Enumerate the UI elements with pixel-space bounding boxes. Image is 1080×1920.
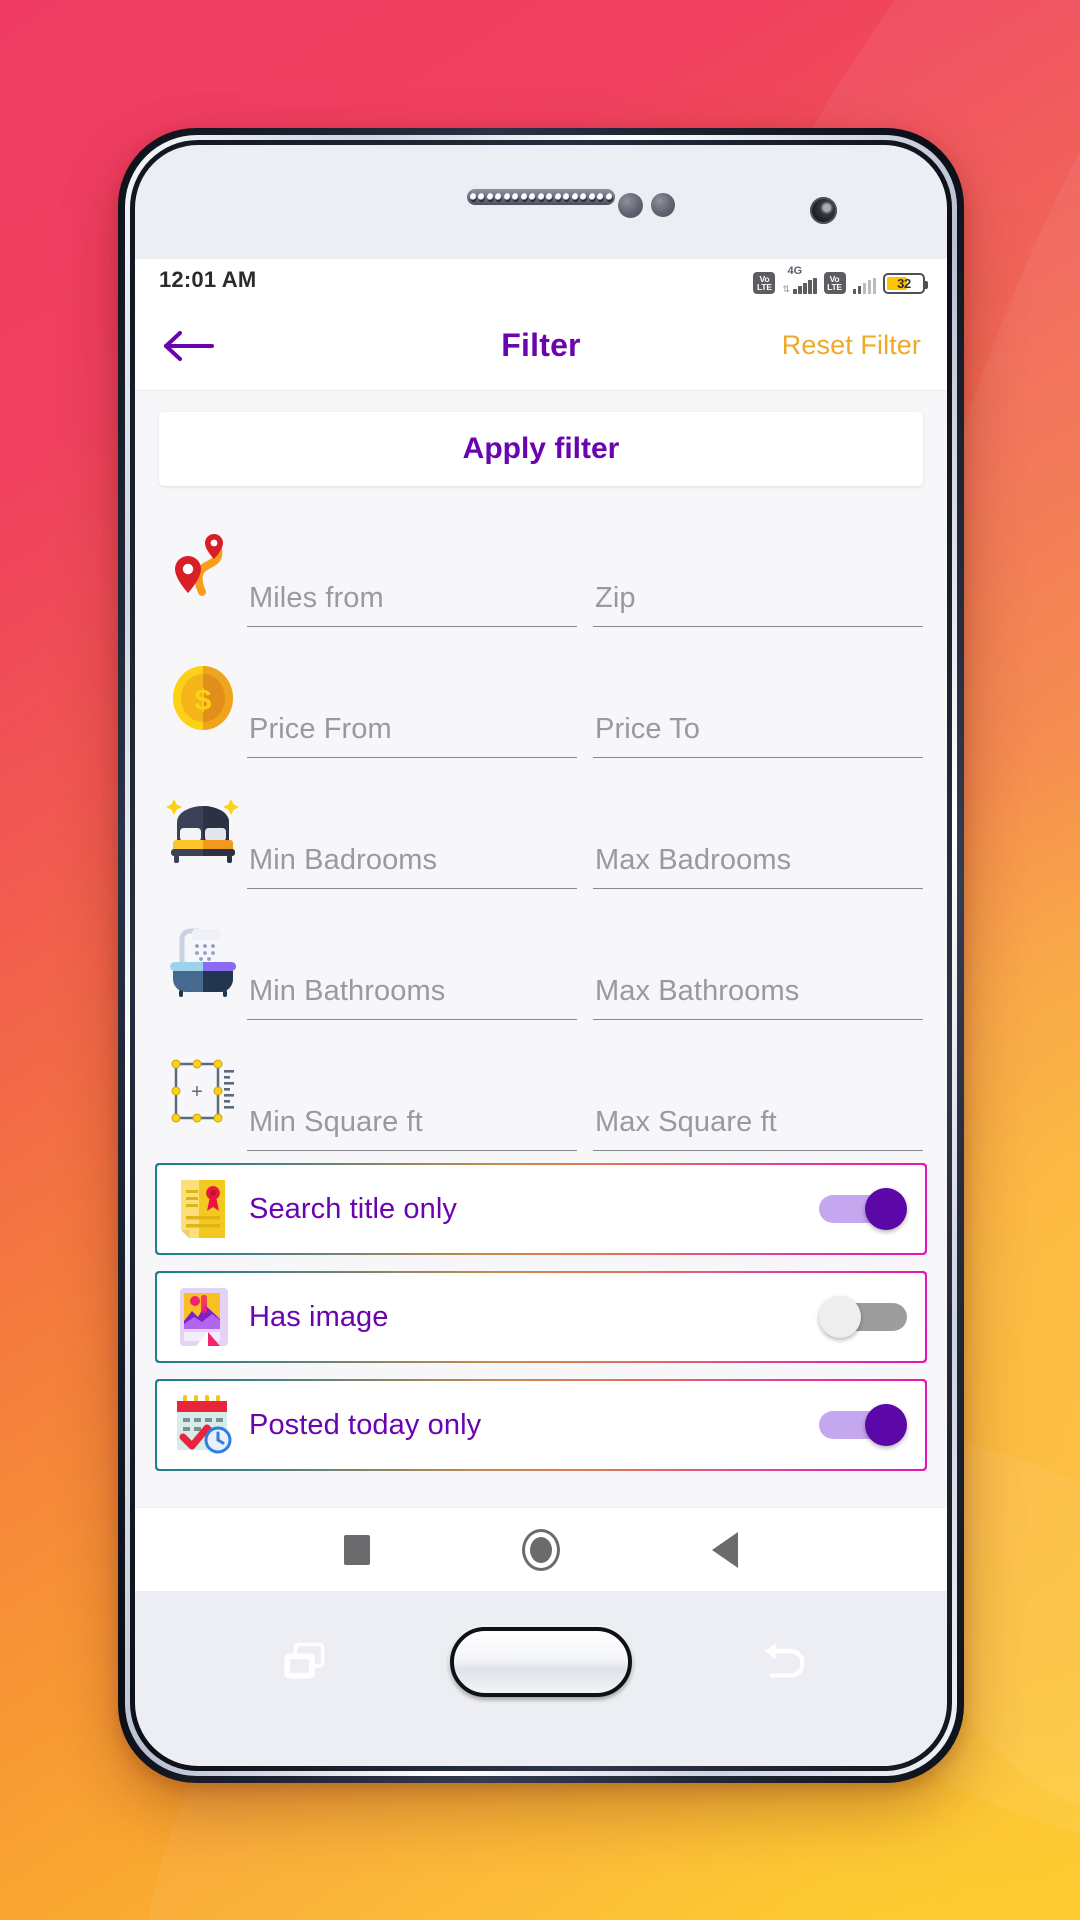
toggle-label-has-image: Has image — [249, 1300, 389, 1333]
volte-icon: Vo LTE — [753, 272, 776, 294]
toggle-card-posted-today-only[interactable]: Posted today only — [155, 1379, 927, 1471]
status-icons: Vo LTE 4G ⇅ Vo LTE 32 — [753, 265, 928, 294]
hardware-button-row — [135, 1557, 947, 1766]
battery-icon: 32 — [883, 273, 928, 294]
back-button[interactable] — [163, 318, 219, 374]
app-bar: Filter Reset Filter — [135, 301, 947, 391]
data-transfer-icon: ⇅ — [782, 284, 790, 294]
hardware-recents-icon[interactable] — [278, 1635, 332, 1689]
calendar-check-icon — [169, 1395, 239, 1455]
volte-icon-secondary: Vo LTE — [823, 272, 846, 294]
light-sensor-icon — [651, 193, 675, 217]
filter-content: Apply filter Miles from Zip $ Price From… — [135, 391, 947, 1507]
status-clock: 12:01 AM — [159, 267, 257, 292]
volte-bottom-label: LTE — [757, 282, 772, 292]
toggle-card-search-title-only[interactable]: Search title only — [155, 1163, 927, 1255]
max-square-ft-input[interactable]: Max Square ft — [593, 1106, 923, 1151]
miles-from-input[interactable]: Miles from — [247, 582, 577, 627]
toggle-switch-posted-today-only[interactable] — [819, 1404, 907, 1446]
bed-icon — [159, 785, 247, 873]
apply-filter-button[interactable]: Apply filter — [159, 412, 923, 486]
price-to-input[interactable]: Price To — [593, 713, 923, 758]
field-row-bedrooms: Min Badrooms Max Badrooms — [159, 758, 923, 889]
min-square-ft-input[interactable]: Min Square ft — [247, 1106, 577, 1151]
phone-screen: 12:01 AM Vo LTE 4G ⇅ Vo LTE 32 Filter Re… — [135, 259, 947, 1591]
field-row-distance: Miles from Zip — [159, 496, 923, 627]
zip-input[interactable]: Zip — [593, 582, 923, 627]
svg-text:$: $ — [195, 684, 212, 717]
document-seal-icon — [169, 1178, 239, 1240]
price-from-input[interactable]: Price From — [247, 713, 577, 758]
network-generation-label: 4G — [787, 265, 803, 277]
front-camera-icon — [810, 197, 837, 224]
volte-bottom-label-2: LTE — [827, 282, 842, 292]
signal-bars-icon: 4G ⇅ — [782, 265, 817, 294]
dollar-coin-icon: $ — [159, 654, 247, 742]
max-bedrooms-input[interactable]: Max Badrooms — [593, 844, 923, 889]
toggle-label-search-title-only: Search title only — [249, 1192, 458, 1225]
picture-icon — [169, 1286, 239, 1348]
toggle-card-has-image[interactable]: Has image — [155, 1271, 927, 1363]
field-row-price: $ Price From Price To — [159, 627, 923, 758]
filter-fields: Miles from Zip $ Price From Price To Min… — [135, 490, 947, 1151]
signal-bars-icon-secondary — [852, 278, 876, 294]
hardware-home-button[interactable] — [450, 1626, 632, 1697]
proximity-sensor-icon — [618, 193, 643, 218]
svg-text:+: + — [191, 1081, 203, 1103]
hardware-back-icon[interactable] — [750, 1635, 804, 1689]
filter-toggles: Search title only Has image Posted today… — [135, 1151, 947, 1471]
reset-filter-button[interactable]: Reset Filter — [782, 330, 921, 361]
min-bedrooms-input[interactable]: Min Badrooms — [247, 844, 577, 889]
earpiece-speaker — [466, 188, 616, 206]
status-bar: 12:01 AM Vo LTE 4G ⇅ Vo LTE 32 — [135, 259, 947, 301]
min-bathrooms-input[interactable]: Min Bathrooms — [247, 975, 577, 1020]
toggle-switch-has-image[interactable] — [819, 1296, 907, 1338]
phone-device: 12:01 AM Vo LTE 4G ⇅ Vo LTE 32 Filter Re… — [118, 128, 964, 1783]
toggle-label-posted-today-only: Posted today only — [249, 1408, 482, 1441]
bathtub-shower-icon — [159, 916, 247, 1004]
toggle-switch-search-title-only[interactable] — [819, 1188, 907, 1230]
area-measure-icon: + — [159, 1047, 247, 1135]
arrow-left-icon — [164, 330, 214, 361]
field-row-bathrooms: Min Bathrooms Max Bathrooms — [159, 889, 923, 1020]
location-route-icon — [159, 523, 247, 611]
battery-percent-label: 32 — [897, 276, 911, 291]
field-row-area: + Min Square ft Max Square ft — [159, 1020, 923, 1151]
max-bathrooms-input[interactable]: Max Bathrooms — [593, 975, 923, 1020]
